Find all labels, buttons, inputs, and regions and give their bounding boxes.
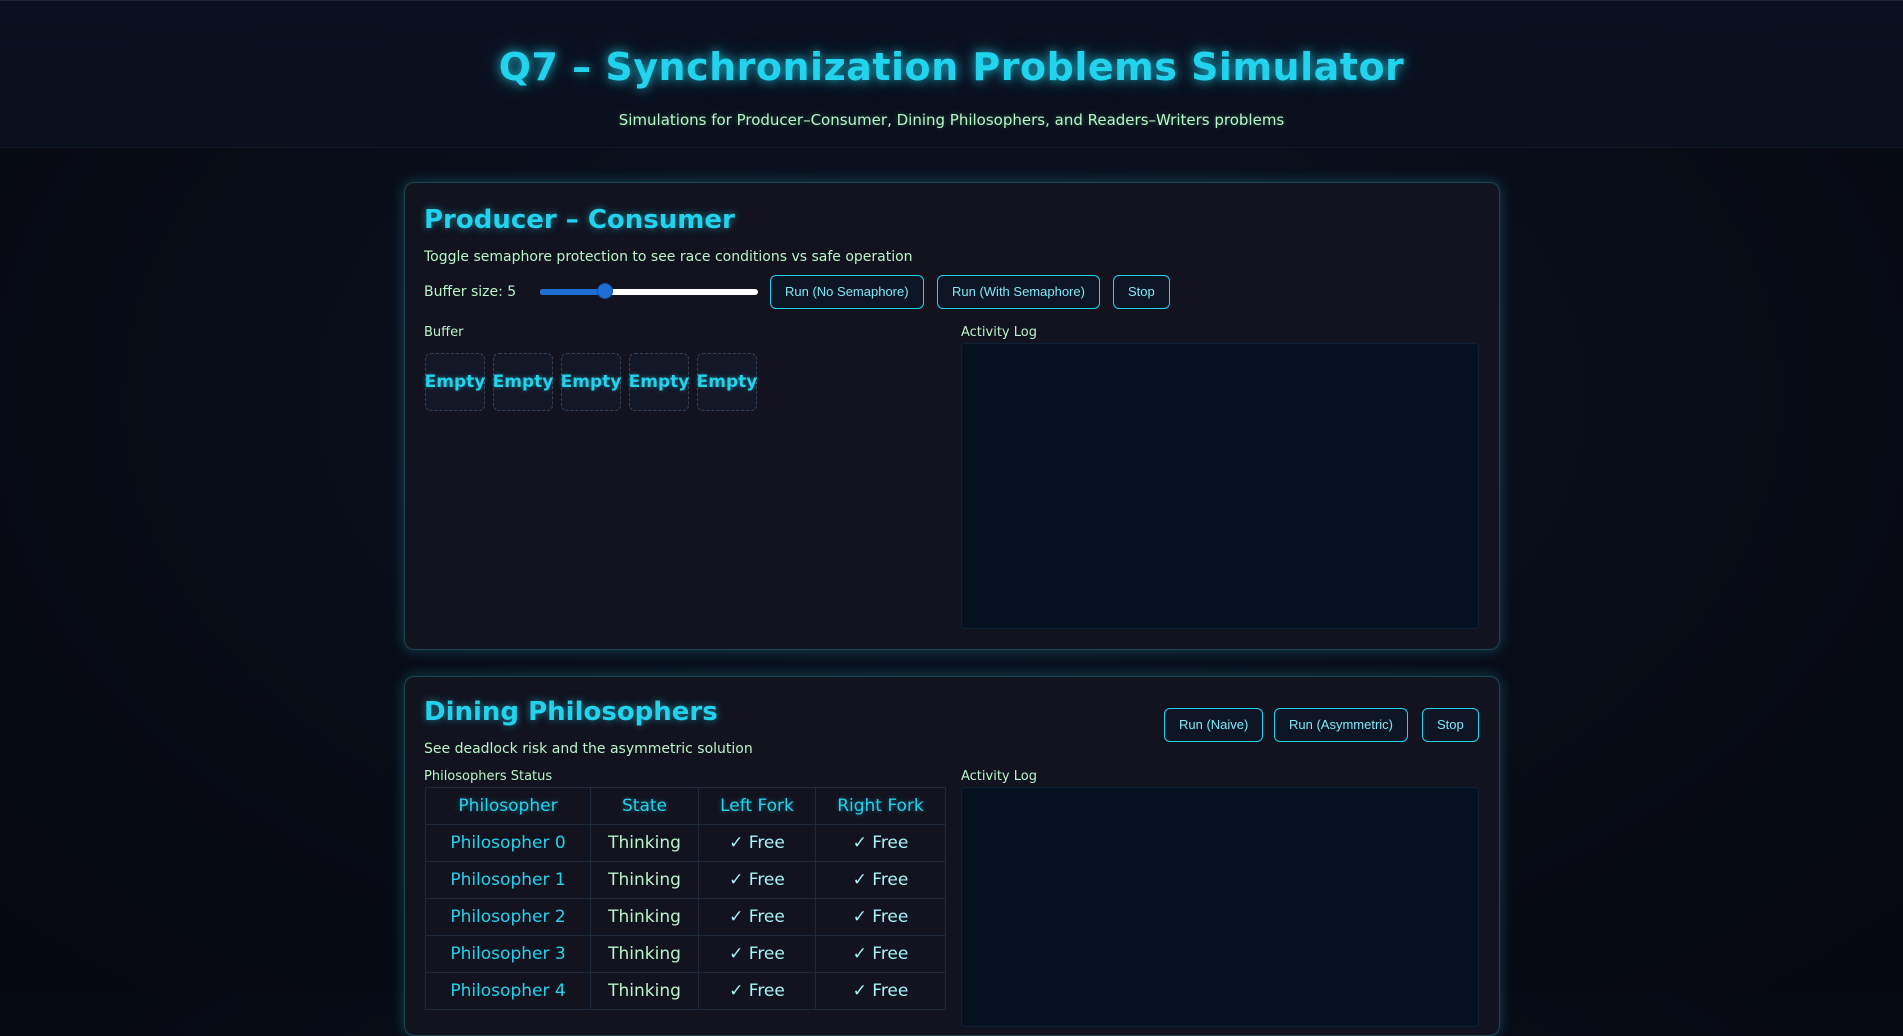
right-fork-status: ✓ Free — [815, 861, 946, 899]
philosopher-name: Philosopher 3 — [425, 935, 591, 973]
philosophers-status-label: Philosophers Status — [424, 769, 553, 784]
column-header: Left Fork — [698, 787, 816, 825]
buffer-slot: Empty — [493, 353, 553, 411]
buffer: Empty Empty Empty Empty Empty — [425, 353, 757, 411]
page-subtitle: Simulations for Producer–Consumer, Dinin… — [618, 111, 1285, 129]
right-fork-status: ✓ Free — [815, 935, 946, 973]
column-header: State — [590, 787, 699, 825]
philosopher-name: Philosopher 4 — [425, 972, 591, 1010]
philosopher-state: Thinking — [590, 861, 699, 899]
buffer-label: Buffer — [424, 325, 464, 340]
column-header: Right Fork — [815, 787, 946, 825]
producer-consumer-title: Producer – Consumer — [424, 205, 735, 235]
producer-consumer-log-label: Activity Log — [961, 325, 1037, 340]
philosopher-state: Thinking — [590, 824, 699, 862]
buffer-slot: Empty — [629, 353, 689, 411]
producer-consumer-panel: Producer – Consumer Toggle semaphore pro… — [404, 182, 1500, 650]
producer-consumer-stop-button[interactable]: Stop — [1113, 275, 1170, 309]
producer-consumer-activity-log[interactable] — [961, 343, 1479, 629]
table-row: Philosopher 3 Thinking ✓ Free ✓ Free — [425, 935, 946, 973]
table-row: Philosopher 2 Thinking ✓ Free ✓ Free — [425, 898, 946, 936]
dining-philosophers-description: See deadlock risk and the asymmetric sol… — [424, 741, 753, 757]
buffer-slot: Empty — [697, 353, 757, 411]
left-fork-status: ✓ Free — [698, 824, 816, 862]
philosopher-name: Philosopher 2 — [425, 898, 591, 936]
run-with-semaphore-button[interactable]: Run (With Semaphore) — [937, 275, 1100, 309]
philosopher-state: Thinking — [590, 972, 699, 1010]
philosopher-name: Philosopher 0 — [425, 824, 591, 862]
buffer-size-label: Buffer size: 5 — [424, 284, 517, 300]
table-header-row: Philosopher State Left Fork Right Fork — [425, 787, 946, 825]
left-fork-status: ✓ Free — [698, 898, 816, 936]
philosopher-state: Thinking — [590, 935, 699, 973]
dining-philosophers-activity-log[interactable] — [961, 787, 1479, 1027]
dining-philosophers-log-label: Activity Log — [961, 769, 1037, 784]
page-header: Q7 – Synchronization Problems Simulator … — [0, 0, 1903, 148]
buffer-slot: Empty — [425, 353, 485, 411]
dining-philosophers-panel: Dining Philosophers See deadlock risk an… — [404, 676, 1500, 1036]
right-fork-status: ✓ Free — [815, 972, 946, 1010]
run-naive-button[interactable]: Run (Naive) — [1164, 708, 1264, 742]
page-title: Q7 – Synchronization Problems Simulator — [498, 45, 1405, 89]
left-fork-status: ✓ Free — [698, 972, 816, 1010]
dining-philosophers-stop-button[interactable]: Stop — [1422, 708, 1479, 742]
left-fork-status: ✓ Free — [698, 861, 816, 899]
philosopher-name: Philosopher 1 — [425, 861, 591, 899]
buffer-size-slider-thumb[interactable] — [597, 283, 614, 299]
right-fork-status: ✓ Free — [815, 898, 946, 936]
run-asymmetric-button[interactable]: Run (Asymmetric) — [1274, 708, 1409, 742]
column-header: Philosopher — [425, 787, 591, 825]
table-row: Philosopher 0 Thinking ✓ Free ✓ Free — [425, 824, 946, 862]
philosopher-state: Thinking — [590, 898, 699, 936]
dining-philosophers-title: Dining Philosophers — [424, 697, 718, 727]
buffer-slot: Empty — [561, 353, 621, 411]
philosophers-status-table: Philosopher State Left Fork Right Fork P… — [425, 787, 946, 1010]
run-no-semaphore-button[interactable]: Run (No Semaphore) — [770, 275, 924, 309]
buffer-size-slider-fill — [540, 289, 606, 295]
table-row: Philosopher 1 Thinking ✓ Free ✓ Free — [425, 861, 946, 899]
table-row: Philosopher 4 Thinking ✓ Free ✓ Free — [425, 972, 946, 1010]
left-fork-status: ✓ Free — [698, 935, 816, 973]
producer-consumer-description: Toggle semaphore protection to see race … — [424, 249, 913, 265]
buffer-size-slider[interactable] — [540, 289, 758, 295]
right-fork-status: ✓ Free — [815, 824, 946, 862]
